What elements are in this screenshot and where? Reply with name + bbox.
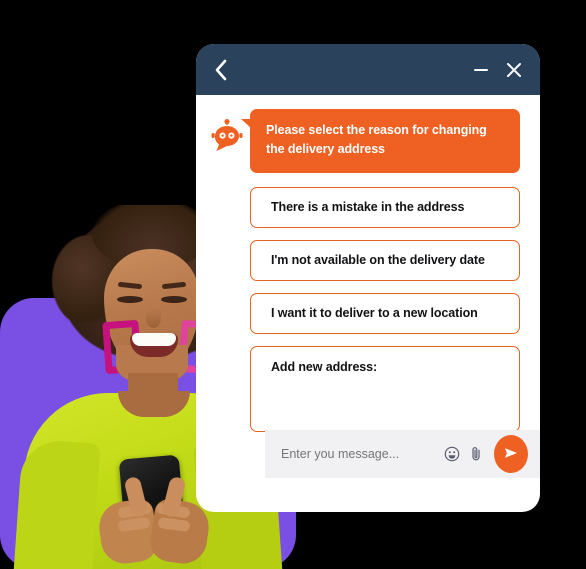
chat-widget: Please select the reason for changing th… xyxy=(196,44,540,512)
option-label: I'm not available on the delivery date xyxy=(271,253,485,268)
minimize-icon xyxy=(473,62,489,78)
quick-reply-options: There is a mistake in the address I'm no… xyxy=(250,186,520,432)
attach-button[interactable] xyxy=(468,446,484,462)
paperclip-icon xyxy=(468,446,484,462)
emoji-button[interactable] xyxy=(444,446,460,462)
mouth xyxy=(130,333,178,357)
send-button[interactable] xyxy=(494,435,528,473)
option-label: Add new address: xyxy=(271,359,378,374)
chat-header xyxy=(196,44,540,95)
bot-message-text: Please select the reason for changing th… xyxy=(266,123,487,157)
back-button[interactable] xyxy=(214,59,228,81)
option-not-available-delivery-date[interactable]: I'm not available on the delivery date xyxy=(250,239,520,281)
option-label: There is a mistake in the address xyxy=(271,200,465,215)
send-plane-icon xyxy=(502,444,520,465)
option-deliver-new-location[interactable]: I want it to deliver to a new location xyxy=(250,292,520,334)
arm-left xyxy=(13,438,101,569)
nose xyxy=(146,309,161,328)
chat-body: Please select the reason for changing th… xyxy=(196,95,540,432)
bot-message-bubble: Please select the reason for changing th… xyxy=(241,109,520,173)
teeth xyxy=(132,333,176,346)
eye-left xyxy=(117,296,143,303)
bot-message-row: Please select the reason for changing th… xyxy=(210,109,520,173)
screenshot-stage: Please select the reason for changing th… xyxy=(0,0,586,569)
option-add-new-address[interactable]: Add new address: xyxy=(250,345,520,432)
option-mistake-in-address[interactable]: There is a mistake in the address xyxy=(250,186,520,228)
message-input[interactable] xyxy=(279,446,444,462)
option-label: I want it to deliver to a new location xyxy=(271,306,478,321)
message-composer xyxy=(265,430,540,478)
eye-right xyxy=(161,296,187,303)
close-icon xyxy=(505,61,523,79)
chevron-left-icon xyxy=(214,59,228,81)
minimize-button[interactable] xyxy=(473,62,489,78)
robot-avatar-icon xyxy=(210,119,244,153)
close-button[interactable] xyxy=(505,61,523,79)
emoji-smiley-icon xyxy=(444,446,460,462)
